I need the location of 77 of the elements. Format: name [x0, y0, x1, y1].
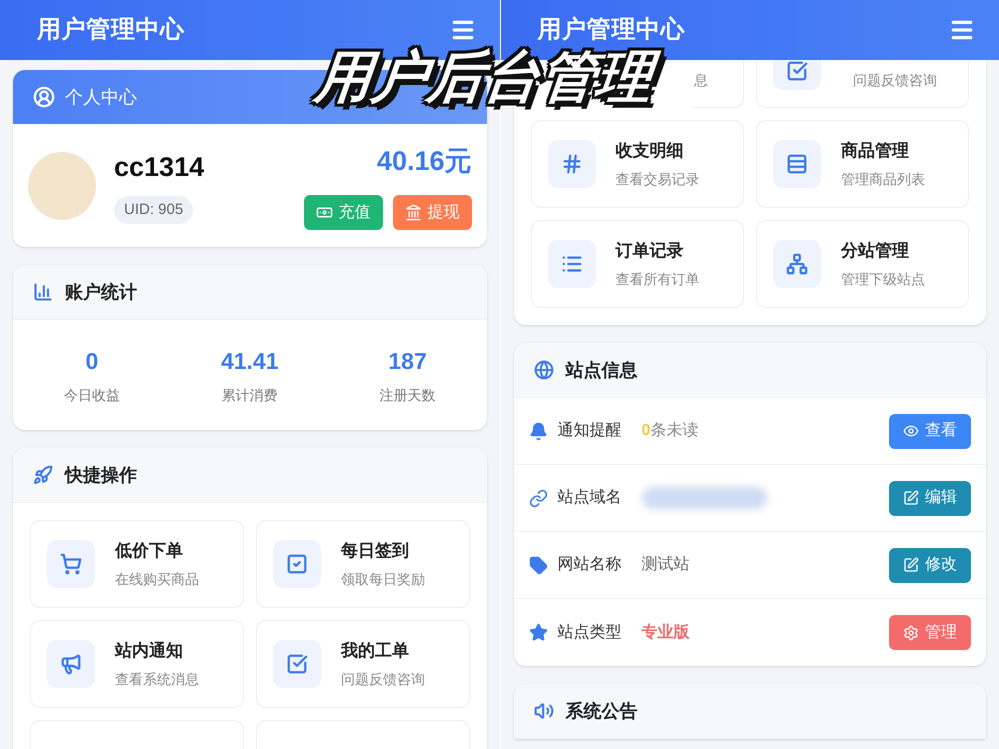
action-subtitle: 管理下级站点 [840, 270, 925, 290]
action-subtitle: 息 [694, 71, 708, 90]
action-card[interactable]: 收支明细 查看交易记录 [530, 120, 744, 208]
header-title: 用户管理中心 [37, 15, 185, 45]
action-subtitle: 领取每日奖励 [340, 570, 425, 590]
row-button[interactable]: 修改 [889, 548, 971, 582]
action-card[interactable]: 息 [692, 60, 744, 108]
action-card[interactable]: 分站管理 管理下级站点 [756, 220, 969, 308]
stat-label: 注册天数 [380, 386, 436, 405]
row-label: 站点类型 [558, 622, 622, 642]
row-icon [528, 556, 548, 574]
row-value: 条未读 [650, 420, 698, 441]
action-icon [60, 653, 82, 675]
username: cc1314 [114, 151, 206, 184]
row-button[interactable]: 编辑 [889, 480, 971, 516]
action-icon [286, 653, 308, 675]
eye-icon [903, 423, 919, 439]
stat-value: 41.41 [220, 347, 279, 376]
row-label: 站点域名 [558, 488, 622, 508]
section-title: 站点信息 [566, 358, 638, 382]
action-title: 低价下单 [115, 540, 184, 562]
action-card[interactable]: 问题反馈咨询 [756, 60, 969, 108]
action-subtitle: 查看系统消息 [115, 670, 199, 690]
balance-amount: 40.16元 [376, 144, 472, 178]
row-icon [528, 488, 548, 508]
section-title: 账户统计 [65, 280, 137, 304]
uid-tag: UID: 905 [114, 196, 194, 224]
action-subtitle: 问题反馈咨询 [852, 71, 937, 90]
section-title: 快捷操作 [65, 464, 137, 486]
settings-icon [903, 624, 919, 640]
action-subtitle: 查看交易记录 [616, 170, 700, 190]
edit-icon [903, 490, 919, 506]
row-button[interactable]: 查看 [889, 414, 971, 448]
rocket-icon [33, 465, 53, 485]
action-title: 商品管理 [840, 140, 910, 162]
row-value: 专业版 [642, 622, 690, 642]
action-card[interactable]: 低价下单 在线购买商品 [30, 520, 244, 608]
globe-icon [534, 360, 554, 380]
action-card[interactable]: 站内通知 查看系统消息 [30, 620, 244, 708]
action-subtitle: 查看所有订单 [616, 270, 700, 290]
row-label: 网站名称 [558, 554, 622, 575]
action-icon [60, 553, 82, 575]
action-title: 订单记录 [616, 240, 684, 262]
speaker-icon [534, 701, 554, 721]
action-title: 每日签到 [340, 540, 410, 562]
action-title: 分站管理 [840, 240, 910, 262]
bar-chart-icon [33, 282, 53, 302]
action-subtitle: 问题反馈咨询 [340, 670, 425, 690]
profile-title: 个人中心 [65, 86, 137, 108]
action-icon [786, 253, 808, 275]
row-value: 测试站 [642, 554, 690, 575]
action-subtitle: 管理商品列表 [840, 170, 925, 190]
row-label: 通知提醒 [558, 420, 622, 441]
action-card[interactable]: 我的工单 问题反馈咨询 [256, 620, 470, 708]
user-icon [33, 86, 55, 108]
bank-icon [404, 204, 422, 222]
row-icon [528, 422, 548, 440]
action-card[interactable]: 商品管理 管理商品列表 [756, 120, 969, 208]
action-card[interactable]: 订单记录 查看所有订单 [530, 220, 744, 308]
action-subtitle: 在线购买商品 [115, 570, 199, 590]
action-icon [786, 60, 808, 82]
action-icon [560, 153, 582, 175]
action-card[interactable]: 每日签到 领取每日奖励 [256, 520, 470, 608]
edit-icon [903, 557, 919, 573]
unread-count: 0 [642, 421, 650, 441]
action-icon [786, 153, 808, 175]
stat-label: 累计消费 [222, 386, 278, 405]
stat-value: 187 [388, 347, 427, 376]
row-icon [528, 623, 548, 642]
action-icon [286, 553, 308, 575]
stat-value: 0 [86, 347, 98, 376]
action-title: 收支明细 [616, 140, 684, 162]
section-title: 系统公告 [566, 700, 638, 722]
action-title: 站内通知 [115, 640, 184, 662]
action-title: 我的工单 [340, 640, 410, 662]
stat-label: 今日收益 [64, 386, 120, 405]
header-title: 用户管理中心 [538, 15, 686, 45]
